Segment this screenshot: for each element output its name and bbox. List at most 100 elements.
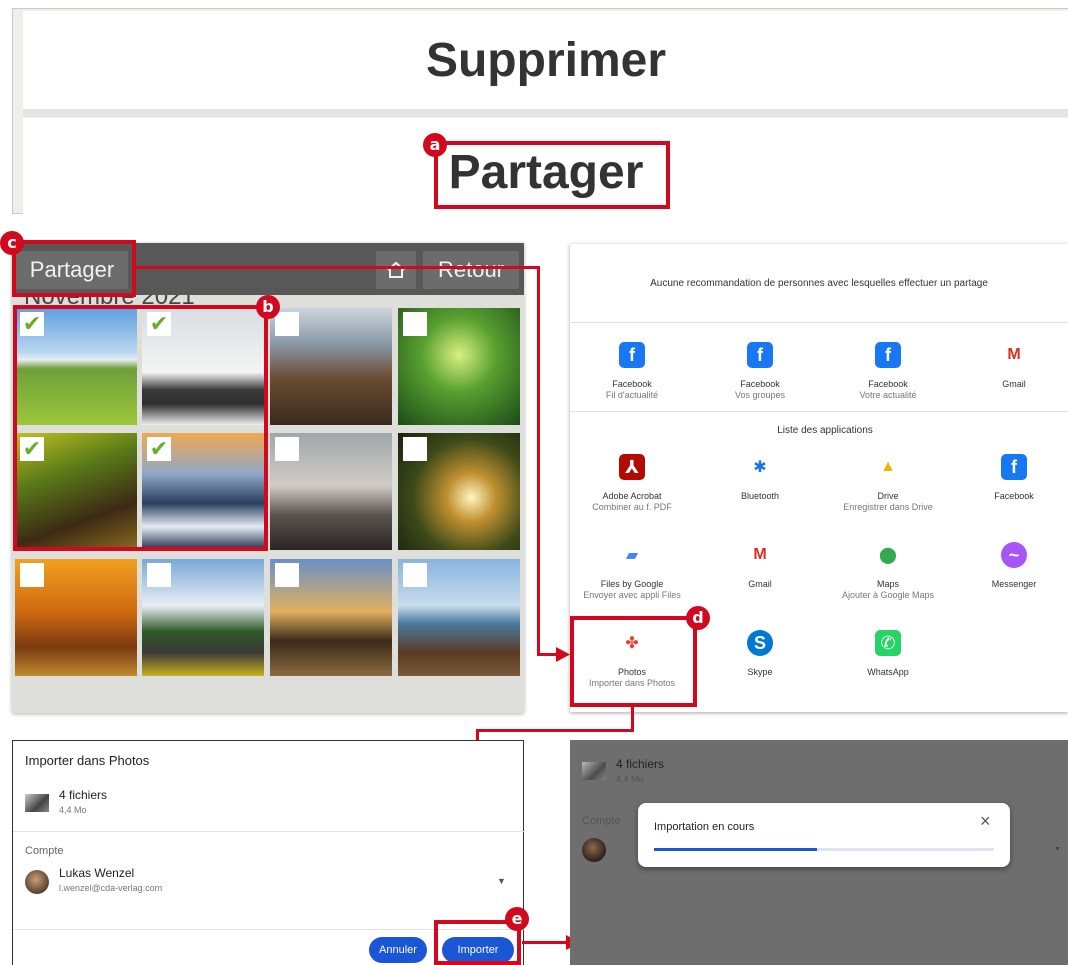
- facebook-icon: f: [619, 342, 645, 368]
- cancel-button[interactable]: Annuler: [369, 937, 427, 963]
- home-icon: [387, 261, 405, 278]
- share-target-name: Messenger: [991, 579, 1037, 589]
- share-target-name: WhatsApp: [867, 667, 909, 677]
- back-label: Retour: [437, 257, 505, 282]
- menu-divider: [23, 109, 1068, 117]
- share-target-whatsapp[interactable]: ✆ WhatsApp: [826, 630, 950, 702]
- account-email: l.wenzel@cda-verlag.com: [59, 883, 163, 893]
- share-target-drive[interactable]: ▲ Drive Enregistrer dans Drive: [826, 454, 950, 526]
- progress-toast: Importation en cours ×: [638, 803, 1010, 867]
- share-target-adobe-acrobat[interactable]: ⅄ Adobe Acrobat Combiner au f. PDF: [570, 454, 694, 526]
- gmail-icon: M: [1001, 342, 1027, 368]
- checkbox-icon[interactable]: [275, 563, 299, 587]
- back-button[interactable]: Retour: [423, 251, 519, 289]
- photo-thumbnail[interactable]: [270, 559, 392, 676]
- highlight-box-c: [12, 240, 136, 297]
- toast-title: Importation en cours: [654, 821, 755, 833]
- share-target-gmail[interactable]: M Gmail: [952, 342, 1068, 414]
- drive-icon: ▲: [875, 454, 901, 480]
- photo-thumbnail[interactable]: [15, 559, 137, 676]
- share-target-name: Gmail: [1002, 379, 1026, 389]
- arrow-head-icon: [556, 647, 570, 662]
- badge-d: d: [686, 606, 710, 630]
- connector-line: [476, 729, 634, 732]
- files-count: 4 fichiers: [616, 757, 665, 771]
- photo-thumbnail[interactable]: [142, 559, 264, 676]
- share-target-name: Facebook: [994, 491, 1034, 501]
- maps-icon: ⬤: [875, 542, 901, 568]
- home-button[interactable]: [376, 251, 416, 289]
- facebook-icon: f: [747, 342, 773, 368]
- checkbox-icon[interactable]: [275, 437, 299, 461]
- connector-line: [136, 266, 540, 269]
- share-target-name: Gmail: [748, 579, 772, 589]
- skype-icon: S: [747, 630, 773, 656]
- photo-thumbnail[interactable]: [398, 308, 520, 425]
- share-target-skype[interactable]: S Skype: [698, 630, 822, 702]
- photo-thumbnail[interactable]: [270, 433, 392, 550]
- checkbox-icon[interactable]: [147, 563, 171, 587]
- cancel-label: Annuler: [379, 944, 417, 956]
- share-target-name: Skype: [747, 667, 773, 677]
- share-target-subtitle: Ajouter à Google Maps: [841, 590, 935, 600]
- import-progress-panel: 4 fichiers 4,4 Mo Compte com ▼ Importati…: [570, 740, 1068, 965]
- files-size: 4,4 Mo: [59, 805, 87, 815]
- photo-thumbnail[interactable]: [270, 308, 392, 425]
- connector-line: [537, 266, 540, 656]
- files-count: 4 fichiers: [59, 788, 108, 802]
- share-target-bluetooth[interactable]: ✱ Bluetooth: [698, 454, 822, 526]
- files-thumbnail: [25, 794, 49, 812]
- share-target-subtitle: Combiner au f. PDF: [592, 502, 672, 512]
- share-target-subtitle: Envoyer avec appli Files: [583, 590, 681, 600]
- photo-thumbnail[interactable]: [398, 433, 520, 550]
- photo-thumbnail[interactable]: [398, 559, 520, 676]
- highlight-box-a: [434, 141, 670, 209]
- files-icon: ▰: [619, 542, 645, 568]
- share-target-facebook[interactable]: f Facebook Votre actualité: [826, 342, 950, 414]
- progress-track: [654, 848, 994, 851]
- share-target-gmail[interactable]: M Gmail: [698, 542, 822, 614]
- divider: [13, 831, 525, 832]
- dropdown-arrow-icon: ▼: [1054, 846, 1061, 853]
- highlight-box-d: [570, 616, 697, 707]
- share-target-facebook[interactable]: f Facebook: [952, 454, 1068, 526]
- share-target-maps[interactable]: ⬤ Maps Ajouter à Google Maps: [826, 542, 950, 614]
- close-icon[interactable]: ×: [980, 811, 991, 832]
- delete-label: Supprimer: [425, 33, 667, 87]
- share-target-subtitle: Votre actualité: [859, 390, 917, 400]
- checkbox-icon[interactable]: [403, 312, 427, 336]
- badge-e: e: [505, 907, 529, 931]
- facebook-icon: f: [875, 342, 901, 368]
- avatar: [25, 870, 49, 894]
- connector-line: [522, 941, 568, 944]
- divider: [570, 411, 1068, 412]
- bluetooth-icon: ✱: [747, 454, 773, 480]
- share-target-files-by-google[interactable]: ▰ Files by Google Envoyer avec appli Files: [570, 542, 694, 614]
- checkbox-icon[interactable]: [275, 312, 299, 336]
- avatar: [582, 838, 606, 862]
- dialog-title: Importer dans Photos: [25, 753, 150, 768]
- delete-button[interactable]: Supprimer: [23, 11, 1068, 109]
- share-target-subtitle: Vos groupes: [734, 390, 786, 400]
- messenger-icon: ~: [1001, 542, 1027, 568]
- checkbox-icon[interactable]: [403, 437, 427, 461]
- share-target-facebook[interactable]: f Facebook Vos groupes: [698, 342, 822, 414]
- progress-fill: [654, 848, 818, 851]
- facebook-icon: f: [1001, 454, 1027, 480]
- share-target-facebook[interactable]: f Facebook Fil d'actualité: [570, 342, 694, 414]
- share-target-subtitle: Enregistrer dans Drive: [843, 502, 933, 512]
- share-target-messenger[interactable]: ~ Messenger: [952, 542, 1068, 614]
- checkbox-icon[interactable]: [20, 563, 44, 587]
- share-target-name: Bluetooth: [740, 491, 780, 501]
- highlight-box-b: [13, 305, 268, 551]
- files-thumbnail: [582, 762, 606, 780]
- account-label: Compte: [582, 815, 621, 827]
- dropdown-arrow-icon: ▼: [497, 876, 506, 886]
- divider: [570, 322, 1068, 323]
- gmail-icon: M: [747, 542, 773, 568]
- checkbox-icon[interactable]: [403, 563, 427, 587]
- account-name: Lukas Wenzel: [59, 866, 135, 880]
- account-label: Compte: [25, 845, 64, 857]
- no-recommendations-text: Aucune recommandation de personnes avec …: [650, 278, 988, 289]
- account-selector[interactable]: Lukas Wenzel l.wenzel@cda-verlag.com ▼: [21, 866, 521, 906]
